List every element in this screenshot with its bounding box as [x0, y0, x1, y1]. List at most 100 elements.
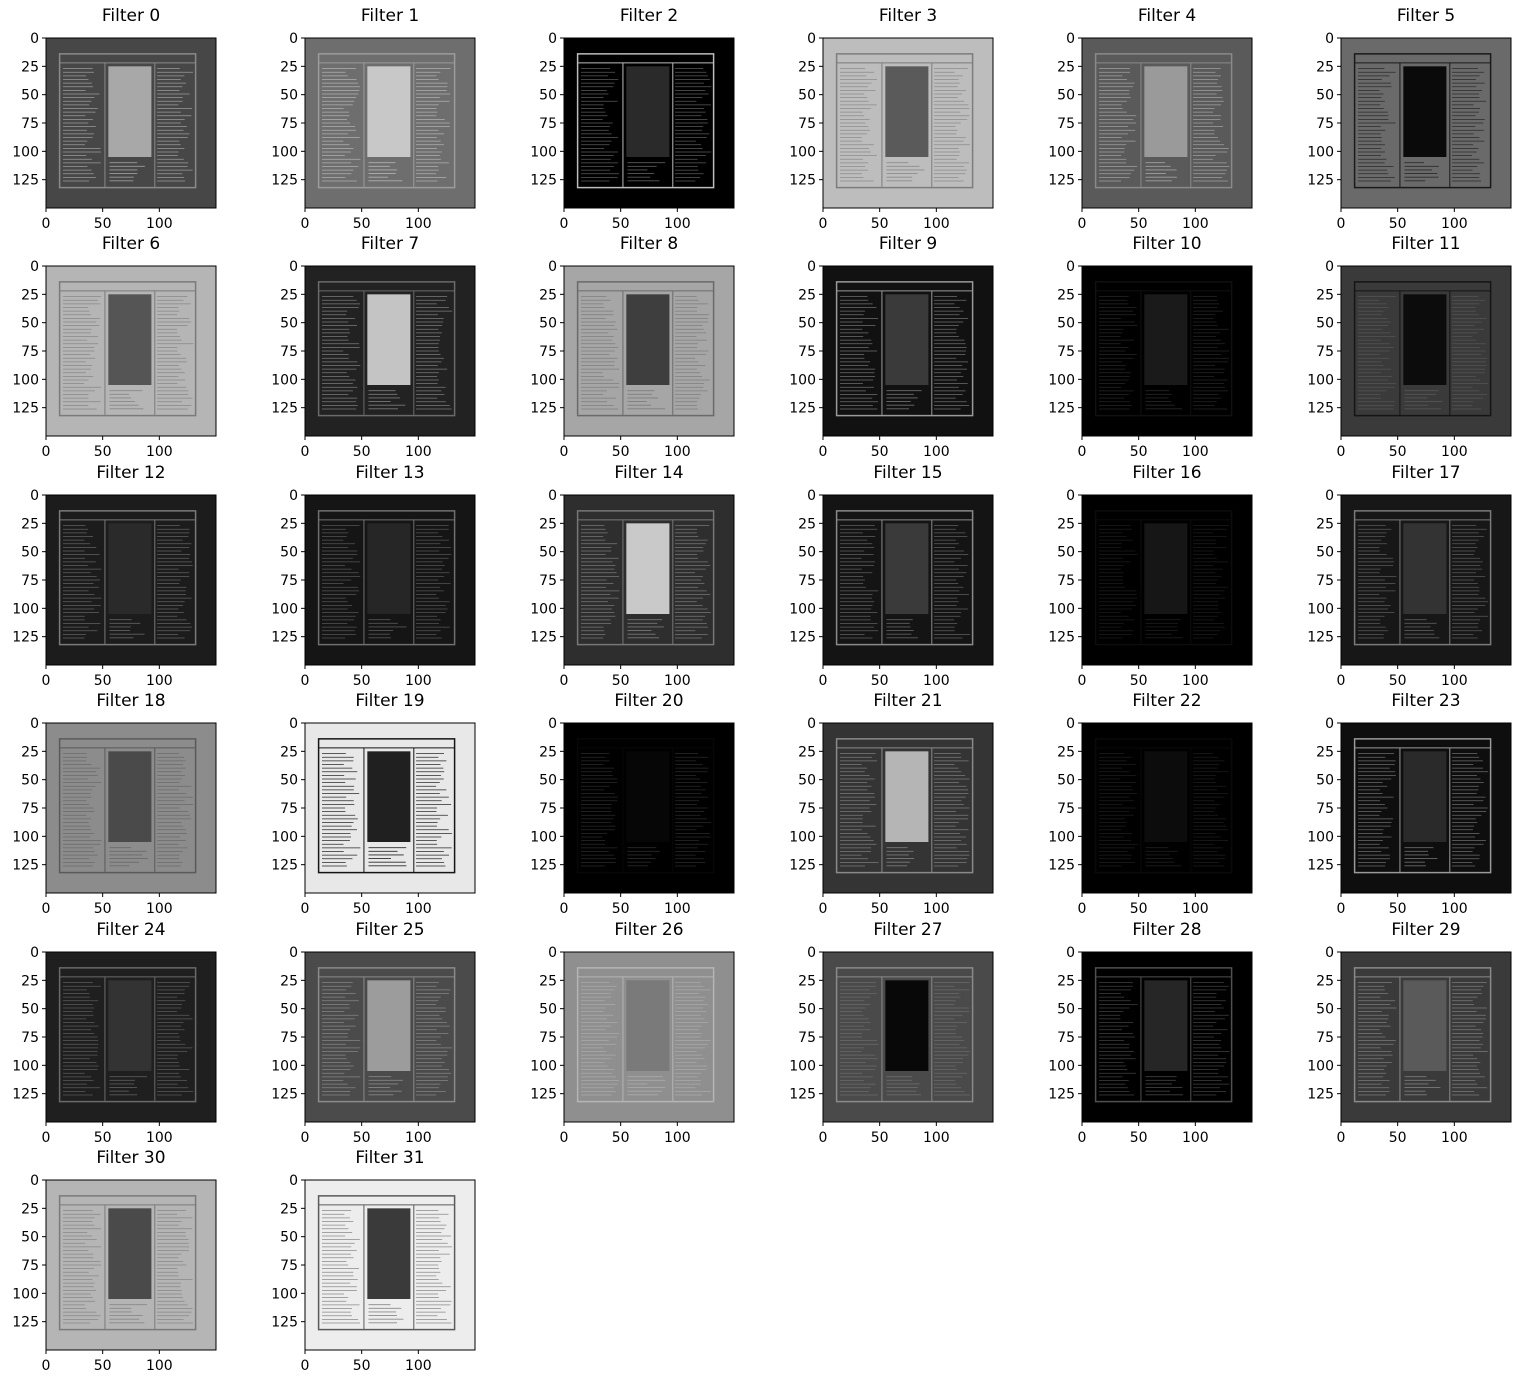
y-tick-label: 125 — [12, 858, 39, 874]
feature-map-plot: 0 25 50 75 100 125 0 50 100 — [271, 716, 476, 917]
y-tick-label: 75 — [21, 1030, 39, 1046]
x-tick-label: 100 — [923, 444, 950, 460]
y-tick-label: 100 — [1307, 1058, 1334, 1074]
y-tick-label: 25 — [539, 973, 557, 989]
y-tick-label: 125 — [530, 401, 557, 417]
y-tick-label: 25 — [539, 287, 557, 303]
y-tick-label: 50 — [21, 545, 39, 561]
panel-title: Filter 8 — [619, 234, 679, 254]
panel-title: Filter 15 — [873, 463, 943, 483]
y-tick-label: 25 — [1057, 744, 1075, 760]
center-illustration — [108, 751, 152, 842]
y-tick-label: 50 — [21, 88, 39, 104]
feature-map-plot: 0 25 50 75 100 125 0 50 100 — [1048, 31, 1253, 232]
y-tick-label: 125 — [1048, 858, 1075, 874]
y-tick-label: 0 — [807, 259, 816, 275]
filter-panel: Filter 1 0 25 50 75 100 125 0 50 100 — [259, 6, 499, 232]
filter-panel: Filter 7 0 25 50 75 100 125 0 50 100 — [259, 234, 499, 460]
y-tick-label: 75 — [798, 801, 816, 817]
y-tick-label: 50 — [1316, 88, 1334, 104]
filter-panel: Filter 6 0 25 50 75 100 125 0 50 100 — [0, 234, 240, 460]
x-tick-label: 50 — [871, 901, 889, 917]
y-tick-label: 0 — [289, 1173, 298, 1189]
feature-map-plot: 0 25 50 75 100 125 0 50 100 — [530, 259, 735, 460]
x-tick-label: 100 — [923, 673, 950, 689]
filter-panel: Filter 31 0 25 50 75 100 125 0 50 100 — [259, 1148, 499, 1374]
y-tick-label: 75 — [539, 801, 557, 817]
feature-map-plot: 0 25 50 75 100 125 0 50 100 — [1048, 716, 1253, 917]
y-tick-label: 125 — [271, 401, 298, 417]
y-tick-label: 75 — [280, 1258, 298, 1274]
filter-panel: Filter 19 0 25 50 75 100 125 0 50 100 — [259, 691, 499, 917]
filter-panel: Filter 29 0 25 50 75 100 125 0 50 100 — [1295, 920, 1522, 1146]
y-tick-label: 75 — [280, 1030, 298, 1046]
y-tick-label: 75 — [21, 1258, 39, 1274]
panel-title: Filter 23 — [1391, 691, 1461, 711]
y-tick-label: 75 — [1316, 573, 1334, 589]
center-illustration — [1403, 980, 1447, 1071]
panel-title: Filter 2 — [619, 6, 679, 26]
y-tick-label: 25 — [798, 744, 816, 760]
feature-map-plot: 0 25 50 75 100 125 0 50 100 — [530, 945, 735, 1146]
feature-map-plot: 0 25 50 75 100 125 0 50 100 — [530, 716, 735, 917]
y-tick-label: 100 — [530, 372, 557, 388]
y-tick-label: 0 — [30, 31, 39, 47]
y-tick-label: 125 — [271, 1087, 298, 1103]
y-tick-label: 100 — [271, 829, 298, 845]
y-tick-label: 100 — [789, 144, 816, 160]
x-tick-label: 100 — [405, 673, 432, 689]
x-tick-label: 0 — [1337, 1130, 1346, 1146]
x-tick-label: 0 — [42, 1130, 51, 1146]
y-tick-label: 75 — [1057, 801, 1075, 817]
x-tick-label: 0 — [819, 673, 828, 689]
y-tick-label: 0 — [1325, 945, 1334, 961]
panel-title: Filter 28 — [1132, 920, 1202, 940]
center-illustration — [626, 980, 670, 1071]
filter-panel: Filter 21 0 25 50 75 100 125 0 50 100 — [777, 691, 1017, 917]
x-tick-label: 50 — [94, 444, 112, 460]
x-tick-label: 100 — [146, 216, 173, 232]
y-tick-label: 0 — [30, 488, 39, 504]
x-tick-label: 0 — [1078, 444, 1087, 460]
panel-title: Filter 20 — [614, 691, 684, 711]
center-illustration — [1144, 751, 1188, 842]
center-illustration — [108, 294, 152, 385]
feature-map-plot: 0 25 50 75 100 125 0 50 100 — [789, 945, 994, 1146]
x-tick-label: 100 — [1441, 216, 1468, 232]
x-tick-label: 50 — [1130, 216, 1148, 232]
x-tick-label: 0 — [1337, 444, 1346, 460]
y-tick-label: 75 — [280, 801, 298, 817]
y-tick-label: 100 — [1048, 829, 1075, 845]
y-tick-label: 50 — [1057, 316, 1075, 332]
x-tick-label: 100 — [923, 216, 950, 232]
y-tick-label: 50 — [280, 316, 298, 332]
y-tick-label: 100 — [1307, 601, 1334, 617]
y-tick-label: 100 — [271, 1286, 298, 1302]
panel-title: Filter 9 — [878, 234, 938, 254]
x-tick-label: 50 — [871, 1130, 889, 1146]
filter-panel: Filter 0 0 25 50 75 100 125 0 50 100 — [0, 6, 240, 232]
x-tick-label: 0 — [819, 901, 828, 917]
x-tick-label: 0 — [560, 1130, 569, 1146]
feature-map-plot: 0 25 50 75 100 125 0 50 100 — [271, 31, 476, 232]
x-tick-label: 0 — [1337, 673, 1346, 689]
y-tick-label: 50 — [280, 88, 298, 104]
x-tick-label: 50 — [871, 673, 889, 689]
filter-panel: Filter 11 0 25 50 75 100 125 0 50 100 — [1295, 234, 1522, 460]
y-tick-label: 125 — [789, 1087, 816, 1103]
filter-panel: Filter 2 0 25 50 75 100 125 0 50 100 — [518, 6, 758, 232]
y-tick-label: 125 — [530, 1087, 557, 1103]
x-tick-label: 50 — [871, 444, 889, 460]
x-tick-label: 50 — [612, 216, 630, 232]
y-tick-label: 100 — [789, 601, 816, 617]
y-tick-label: 75 — [539, 344, 557, 360]
center-illustration — [367, 980, 411, 1071]
x-tick-label: 100 — [923, 901, 950, 917]
panel-title: Filter 22 — [1132, 691, 1202, 711]
center-illustration — [1144, 523, 1188, 614]
y-tick-label: 125 — [1048, 1087, 1075, 1103]
panel-title: Filter 16 — [1132, 463, 1202, 483]
feature-map-plot: 0 25 50 75 100 125 0 50 100 — [789, 31, 994, 232]
y-tick-label: 75 — [21, 801, 39, 817]
center-illustration — [626, 751, 670, 842]
